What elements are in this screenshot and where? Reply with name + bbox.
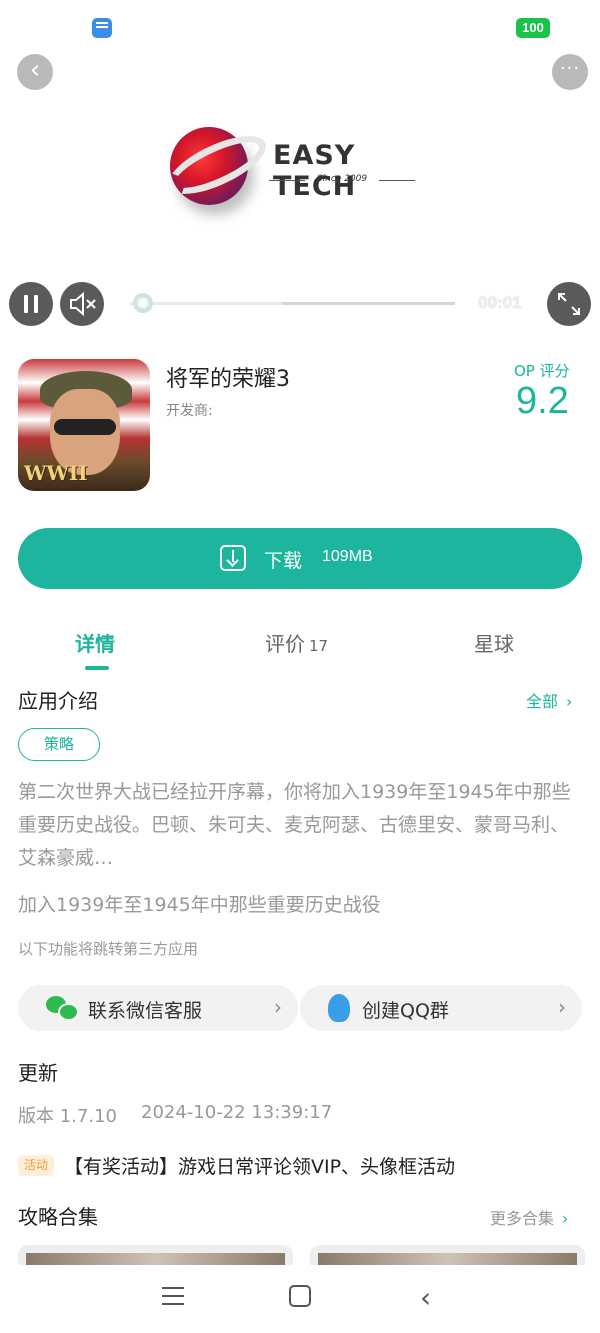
chevron-right-icon: › <box>274 995 282 1019</box>
download-icon <box>220 545 246 571</box>
logo-subtitle: Since 2009 <box>269 174 415 184</box>
home-icon[interactable] <box>289 1285 311 1307</box>
update-date: 2024-10-22 13:39:17 <box>141 1102 333 1123</box>
download-size: 109MB <box>322 548 373 565</box>
seek-bar[interactable] <box>130 302 455 305</box>
notification-app-icon <box>92 18 112 38</box>
guides-more-link[interactable]: 更多合集 › <box>490 1205 568 1229</box>
tab-label: 详情 <box>75 632 115 656</box>
menu-icon[interactable] <box>162 1287 184 1305</box>
tab-label: 评价 <box>265 632 305 656</box>
intro-description: 第二次世界大战已经拉开序幕，你将加入1939年至1945年中那些重要历史战役。巴… <box>18 781 571 869</box>
wechat-label: 联系微信客服 <box>88 1000 203 1022</box>
intro-title: 应用介绍 <box>18 689 98 713</box>
event-link[interactable]: 【有奖活动】游戏日常评论领VIP、头像框活动 <box>64 1152 455 1179</box>
tab-reviews[interactable]: 评价 17 <box>265 628 328 657</box>
version-text: 版本 1.7.10 <box>18 1106 117 1127</box>
tab-details[interactable]: 详情 <box>75 628 115 657</box>
seek-knob[interactable] <box>133 293 153 313</box>
event-badge: 活动 <box>18 1155 54 1176</box>
guides-more-label: 更多合集 <box>490 1209 555 1228</box>
op-rating-label: OP 评分 <box>514 362 570 380</box>
tab-count: 17 <box>309 637 329 655</box>
wechat-icon <box>46 996 79 1021</box>
logo-text: EASY TECH <box>273 140 357 202</box>
guide-thumbnail[interactable] <box>18 1245 293 1265</box>
download-label: 下载 <box>264 550 303 572</box>
app-title: 将军的荣耀3 <box>166 367 290 392</box>
mute-icon[interactable] <box>60 282 104 326</box>
guides-title: 攻略合集 <box>18 1205 98 1229</box>
download-button[interactable]: 下载 109MB <box>18 528 582 589</box>
qq-label: 创建QQ群 <box>362 1000 449 1022</box>
app-icon: WWII <box>18 359 150 491</box>
developer-label: 开发商: <box>166 403 213 419</box>
genre-tag[interactable]: 策略 <box>18 728 100 761</box>
chevron-right-icon: › <box>558 995 566 1019</box>
chevron-right-icon: › <box>566 692 573 711</box>
playback-time: 00:01 <box>478 293 522 312</box>
menu-line <box>162 1295 184 1297</box>
pause-icon[interactable] <box>9 282 53 326</box>
icon-glasses <box>54 419 116 435</box>
status-bar: 100 <box>0 0 600 52</box>
intro-more-label: 全部 <box>526 692 559 711</box>
chevron-right-icon: › <box>562 1209 569 1228</box>
logo-orb <box>170 127 248 205</box>
nav-back-icon[interactable]: ‹ <box>420 1281 431 1314</box>
tab-active-indicator <box>85 666 109 670</box>
battery-indicator: 100 <box>516 18 550 38</box>
third-party-note: 以下功能将跳转第三方应用 <box>18 940 199 958</box>
intro-more-link[interactable]: 全部 › <box>526 688 572 712</box>
easytech-logo: EASY TECH Since 2009 <box>165 122 425 214</box>
video-player[interactable]: ‹ ··· EASY TECH Since 2009 00:01 <box>0 52 600 342</box>
qq-icon <box>328 994 350 1022</box>
mute-glyph <box>70 291 96 317</box>
op-rating-score: 9.2 <box>516 380 569 422</box>
tab-label: 星球 <box>474 632 514 656</box>
menu-line <box>162 1303 184 1305</box>
intro-summary: 加入1939年至1945年中那些重要历史战役 <box>18 894 381 916</box>
update-title: 更新 <box>18 1061 58 1085</box>
system-nav-bar: ‹ <box>0 1265 600 1333</box>
back-icon[interactable]: ‹ <box>17 54 53 90</box>
wechat-support-card[interactable]: 联系微信客服 › <box>18 985 298 1031</box>
menu-line <box>162 1287 184 1289</box>
qq-group-card[interactable]: 创建QQ群 › <box>300 985 582 1031</box>
tab-planet[interactable]: 星球 <box>474 628 514 657</box>
icon-badge: WWII <box>24 461 88 485</box>
guide-thumbnail[interactable] <box>310 1245 585 1265</box>
fullscreen-icon[interactable] <box>547 282 591 326</box>
fullscreen-glyph <box>558 293 580 315</box>
more-icon[interactable]: ··· <box>552 54 588 90</box>
